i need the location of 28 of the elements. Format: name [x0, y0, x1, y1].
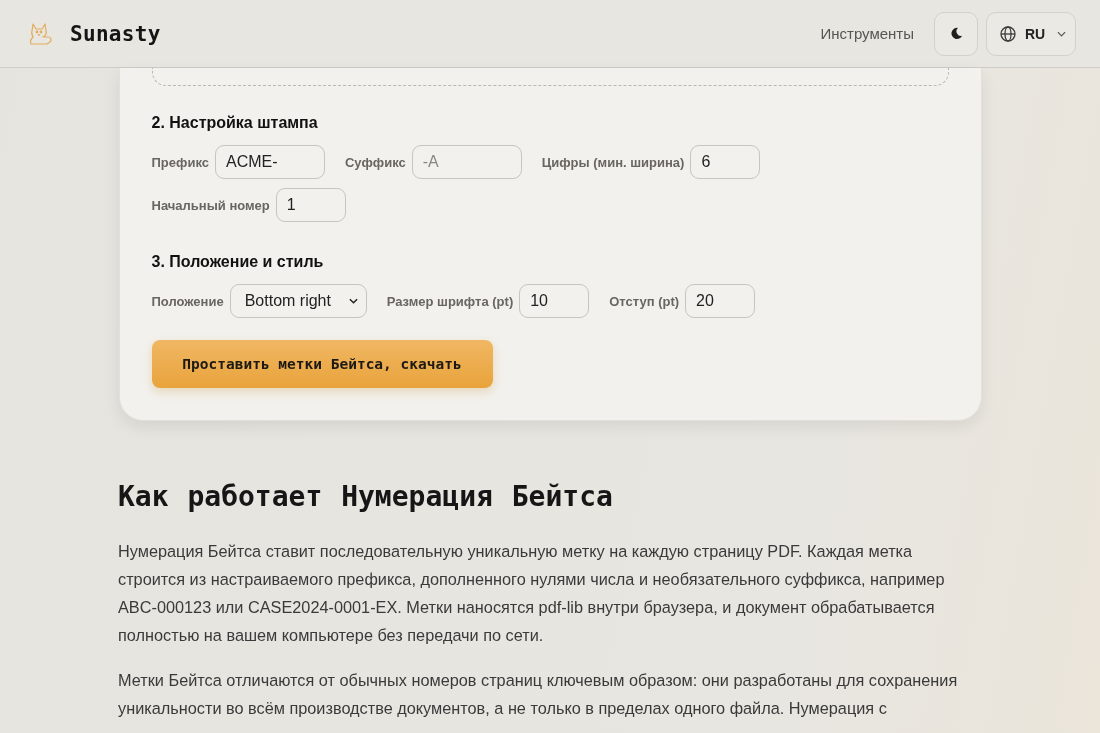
section-title: 2. Настройка штампа	[151, 113, 319, 133]
field-label: Размер шрифта (pt)	[386, 293, 514, 309]
article-paragraph: Метки Бейтса отличаются от обычных номеров страниц ключевым образом: они разработаны для сохранения уникальности во всём производстве документов, а не только в пределах одного файла. Нумерация с	[118, 670, 959, 719]
input-field[interactable]: 10	[519, 284, 590, 318]
stamp-download-button[interactable]: Проставить метки Бейтса, скачать	[151, 340, 493, 388]
language-button[interactable]: RU	[986, 11, 1076, 56]
input-field[interactable]: ACME-	[214, 145, 325, 179]
article-heading: Как работает Нумерация Бейтса	[118, 479, 614, 515]
chevron-down-icon	[348, 298, 358, 304]
section-title: 3. Положение и стиль	[151, 252, 325, 272]
field-label: Префикс	[151, 154, 209, 170]
field-label: Суффикс	[344, 154, 406, 170]
globe-icon	[1000, 25, 1016, 42]
input-field[interactable]: -A	[411, 145, 522, 179]
field-label: Положение	[151, 293, 224, 309]
input-field[interactable]: 20	[685, 284, 756, 318]
nav-link[interactable]: Инструменты	[820, 25, 914, 42]
field-label: Начальный номер	[151, 197, 270, 213]
field-label: Цифры (мин. ширина)	[541, 154, 685, 170]
moon-icon	[949, 27, 963, 40]
input-field[interactable]: 1	[275, 188, 346, 222]
article-paragraph: Нумерация Бейтса ставит последовательную уникальную метку на каждую страницу PDF. Каждая метка строится из настраиваемого префикса, дополненного нулями числа и необязательного суффикса, например ABC-000123 или CASE2024-0001-EX. Метки наносятся pdf-lib внутри браузера, и документ обрабатывается полностью на вашем компьютере без передачи по сети.	[118, 541, 946, 646]
select-field[interactable]: Bottom right	[229, 284, 367, 318]
logo-text[interactable]: Sunasty	[70, 21, 161, 46]
chevron-down-icon	[1057, 30, 1067, 37]
input-field[interactable]: 6	[690, 145, 761, 179]
field-label: Отступ (pt)	[609, 293, 680, 309]
theme-toggle-button[interactable]	[934, 11, 978, 56]
